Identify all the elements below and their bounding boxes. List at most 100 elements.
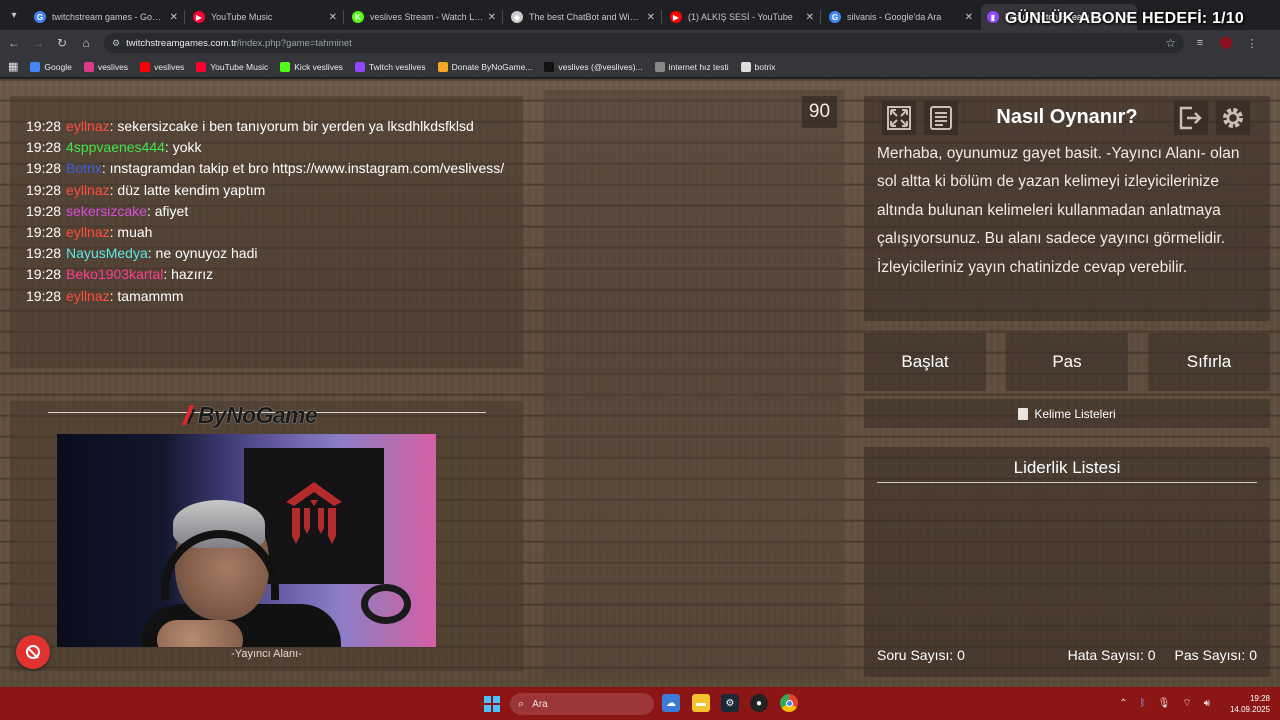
browser-tab[interactable]: ▶ YouTube Music ✕ [187,4,343,30]
close-tab-icon[interactable]: ✕ [329,12,337,23]
windows-start-icon[interactable] [484,696,500,712]
browser-tab[interactable]: ▶ (1) ALKIŞ SESİ - YouTube ✕ [664,4,820,30]
bookmark-item[interactable]: YouTube Music [196,61,268,72]
chat-time: 19:28 [26,266,62,283]
chat-message: 19:28 eyllnaz: sekersizcake i ben tanıyor… [26,116,507,137]
reload-icon[interactable]: ↻ [52,33,72,53]
bookmark-favicon-icon [740,61,751,72]
steam-icon[interactable]: ⚙ [721,694,739,712]
tab-separator [502,10,503,24]
tab-title: YouTube Music [211,12,273,22]
volume-icon[interactable]: 🔊︎ [1204,698,1210,709]
address-bar[interactable]: ⚙ twitchstreamgames.com.tr/index.php?gam… [104,33,1184,53]
close-tab-icon[interactable]: ✕ [806,12,814,23]
chat-text: : düz latte kendim yaptım [109,181,266,198]
background-chair [361,584,411,624]
word-lists-button[interactable]: Kelime Listeleri [864,399,1270,428]
browser-tab[interactable]: ◆ The best ChatBot and Widgets ✕ [505,4,661,30]
obs-icon[interactable]: ● [750,694,768,712]
countdown-timer: 90 [802,96,837,128]
browser-tab[interactable]: Gtwitchstream games - Google'da ✕ [28,4,184,30]
bookmark-item[interactable]: veslives [83,61,129,72]
taskbar-search[interactable]: ⌕ Ara [510,693,654,715]
taskbar-clock[interactable]: 19:28 14.09.2025 [1230,693,1270,715]
close-tab-icon[interactable]: ✕ [965,12,973,23]
streamer-area: ByNoGame -Yayıncı Alanı- [10,401,523,671]
microphone-icon[interactable]: 🎙︎ [1158,698,1171,709]
bluetooth-icon[interactable]: ᛒ [1140,698,1146,709]
file-explorer-icon[interactable]: ▬ [692,694,710,712]
bookmark-favicon-icon [544,61,555,72]
chat-username[interactable]: sekersizcake [66,203,147,219]
tab-separator [661,10,662,24]
floating-action-button[interactable] [16,635,50,669]
chat-username[interactable]: eyllnaz [66,288,110,304]
chat-time: 19:28 [26,160,62,177]
bookmark-item[interactable]: Donate ByNoGame... [437,61,533,72]
how-to-play-panel: Nasıl Oynanır? Merhaba, oyunumuz gayet b… [864,96,1270,321]
chat-text: : tamammm [109,287,184,304]
chat-username[interactable]: Beko1903kartal [66,266,163,282]
chat-username[interactable]: 4sppvaenes444 [66,139,165,155]
word-lists-label: Kelime Listeleri [1034,406,1116,421]
site-info-icon[interactable]: ⚙ [112,38,120,49]
chat-time: 19:28 [26,202,62,219]
close-tab-icon[interactable]: ✕ [170,12,178,23]
leaderboard-title: Liderlik Listesi [877,447,1257,483]
bookmark-label: internet hız testi [668,61,729,72]
exit-button[interactable] [1174,101,1208,135]
chat-username[interactable]: NayusMedya [66,245,148,261]
bookmark-item[interactable]: internet hız testi [654,61,729,72]
network-icon[interactable]: ⌔ [1182,697,1191,710]
webcam-feed [57,434,436,647]
kick-icon: K [352,11,364,23]
bookmarks-container: Google veslives veslives YouTube Music Kick … [18,61,775,72]
forward-icon[interactable]: → [28,33,48,53]
fullscreen-button[interactable] [882,101,916,135]
settings-button[interactable] [1216,101,1250,135]
media-controls-icon[interactable]: ≡ [1190,33,1210,53]
chat-username[interactable]: eyllnaz [66,182,110,198]
bookmark-label: Donate ByNoGame... [451,61,533,72]
chat-message: 19:28 4sppvaenes444: yokk [26,137,507,158]
bookmark-label: veslives [97,61,129,72]
tray-chevron-up-icon[interactable]: ⌃ [1119,698,1127,709]
close-tab-icon[interactable]: ✕ [647,12,655,23]
bookmark-item[interactable]: Kick veslives [280,61,343,72]
taskbar-search-placeholder: Ara [532,698,548,710]
notes-button[interactable] [924,101,958,135]
chat-username[interactable]: eyllnaz [66,224,110,240]
bynogame-logo: ByNoGame [160,401,335,429]
weather-widget-icon[interactable]: ☁ [662,694,680,712]
start-button[interactable]: Başlat [864,333,986,391]
chrome-icon[interactable] [780,694,798,712]
subscriber-goal-overlay: GÜNLÜK ABONE HEDEFİ: 1/10 [1004,10,1244,27]
close-tab-icon[interactable]: ✕ [488,12,496,23]
bookmark-star-icon[interactable]: ☆ [1165,36,1176,50]
profile-avatar[interactable] [1216,33,1236,53]
reset-button[interactable]: Sıfırla [1148,333,1270,391]
twitch-icon: ▮ [987,11,999,23]
chat-username[interactable]: eyllnaz [66,118,110,134]
bookmark-item[interactable]: Google [30,61,72,72]
apps-grid-icon[interactable]: ▦ [8,60,18,73]
back-icon[interactable]: ← [4,33,24,53]
bookmark-item[interactable]: veslives [140,61,184,72]
tab-separator [184,10,185,24]
bookmark-item[interactable]: Twitch veslives [354,61,426,72]
bookmark-item[interactable]: veslives (@veslives)... [544,61,643,72]
bookmark-item[interactable]: botrix [740,61,775,72]
bookmark-favicon-icon [354,61,365,72]
browser-tab[interactable]: Kveslives Stream - Watch Live on ✕ [346,4,502,30]
tab-search-menu-icon[interactable]: ▾ [2,3,26,27]
chat-username[interactable]: Botrix [66,160,102,176]
chat-message: 19:28 sekersizcake: afiyet [26,201,507,222]
no-sign-icon [26,645,40,659]
menu-more-icon[interactable]: ⋮ [1242,33,1262,53]
clock-time: 19:28 [1249,694,1270,703]
tab-separator [343,10,344,24]
bookmark-favicon-icon [654,61,665,72]
browser-tab[interactable]: Gsilvanis - Google'da Ara ✕ [823,4,979,30]
home-icon[interactable]: ⌂ [76,33,96,53]
pass-button[interactable]: Pas [1006,333,1128,391]
